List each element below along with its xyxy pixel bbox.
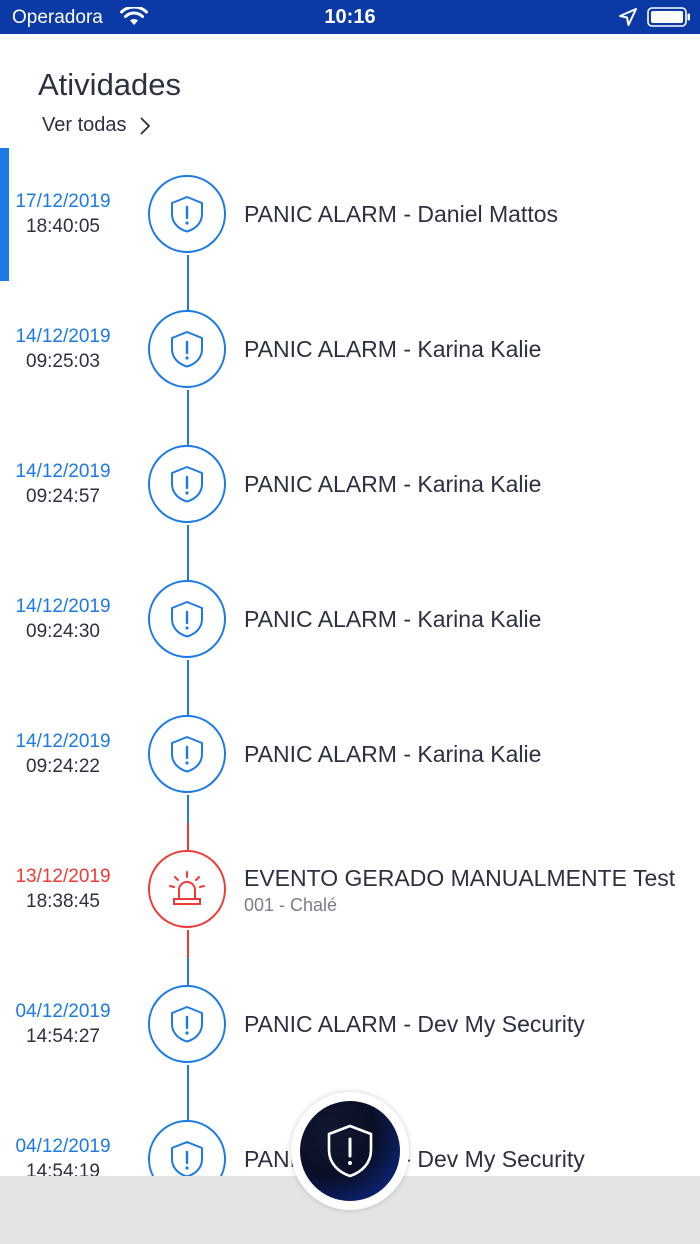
shield-alert-icon — [171, 1006, 203, 1043]
activity-icon-circle — [148, 310, 226, 388]
timeline-connector — [187, 418, 189, 445]
activity-time: 09:24:57 — [26, 486, 100, 507]
shield-alert-icon — [171, 1141, 203, 1178]
activity-item[interactable]: 04/12/2019 14:54:27 PANIC ALARM - Dev My S… — [0, 958, 700, 1093]
activity-date: 14/12/2019 — [15, 461, 111, 482]
shield-alert-icon — [171, 331, 203, 368]
shield-alert-icon — [171, 196, 203, 233]
shield-alert-icon — [171, 601, 203, 638]
activity-icon-circle — [148, 445, 226, 523]
timeline-connector — [187, 958, 189, 985]
page-title: Atividades — [38, 67, 182, 102]
activity-item[interactable]: 14/12/2019 09:25:03 PANIC ALARM - Karina K… — [0, 283, 700, 418]
activity-title: PANIC ALARM - Karina Kalie — [244, 741, 542, 767]
activity-subtitle: 001 - Chalé — [244, 895, 338, 915]
chevron-right-icon — [139, 116, 150, 135]
timeline-connector — [187, 1065, 189, 1093]
activity-date: 14/12/2019 — [15, 731, 111, 752]
timeline-connector — [187, 525, 189, 553]
timeline-connector — [187, 660, 189, 688]
activity-item[interactable]: 13/12/2019 18:38:45 EVENTO GERADO MANUALME… — [0, 823, 700, 958]
timeline-connector — [187, 390, 189, 418]
activity-date: 17/12/2019 — [15, 191, 111, 212]
activity-time: 09:24:22 — [26, 756, 100, 777]
shield-alert-icon — [171, 736, 203, 773]
shield-alert-icon — [171, 466, 203, 503]
activity-date: 13/12/2019 — [15, 866, 111, 887]
activity-title: PANIC ALARM - Dev My Security — [244, 1011, 585, 1037]
timeline-connector — [187, 283, 189, 310]
activity-icon-circle — [148, 715, 226, 793]
activity-icon-circle — [148, 985, 226, 1063]
activity-item[interactable]: 14/12/2019 09:24:57 PANIC ALARM - Karina K… — [0, 418, 700, 553]
activity-title: PANIC ALARM - Karina Kalie — [244, 471, 542, 497]
see-all-label: Ver todas — [42, 114, 127, 136]
timeline-connector — [187, 255, 189, 283]
activity-item[interactable]: 17/12/2019 18:40:05 PANIC ALARM - Daniel M… — [0, 148, 700, 283]
shield-alert-icon — [327, 1124, 373, 1178]
activity-item[interactable]: 14/12/2019 09:24:22 PANIC ALARM - Karina K… — [0, 688, 700, 823]
see-all-link[interactable]: Ver todas — [42, 114, 151, 137]
timeline-connector — [187, 930, 189, 958]
clock: 10:16 — [324, 6, 376, 28]
activity-icon-circle — [148, 850, 226, 928]
timeline-connector — [187, 795, 189, 823]
activity-time: 09:24:30 — [26, 621, 100, 642]
activity-icon-circle — [148, 175, 226, 253]
timeline-connector — [187, 553, 189, 580]
status-bar: Operadora 10:16 — [0, 0, 700, 34]
activity-time: 18:40:05 — [26, 216, 100, 237]
activity-date: 14/12/2019 — [15, 326, 111, 347]
activity-time: 09:25:03 — [26, 351, 100, 372]
timeline-connector — [187, 1093, 189, 1120]
activity-date: 04/12/2019 — [15, 1001, 111, 1022]
panic-button[interactable] — [300, 1101, 400, 1201]
activity-time: 14:54:27 — [26, 1026, 100, 1047]
siren-icon — [169, 871, 205, 905]
location-arrow-icon — [619, 8, 637, 26]
activity-timeline[interactable]: 17/12/2019 18:40:05 PANIC ALARM - Daniel M… — [0, 148, 700, 1228]
activity-title: PANIC ALARM - Karina Kalie — [244, 336, 542, 362]
activity-title: EVENTO GERADO MANUALMENTE Test — [244, 865, 676, 891]
activity-date: 04/12/2019 — [15, 1136, 111, 1157]
timeline-connector — [187, 823, 189, 850]
activity-date: 14/12/2019 — [15, 596, 111, 617]
activity-title: PANIC ALARM - Karina Kalie — [244, 606, 542, 632]
activity-time: 18:38:45 — [26, 891, 100, 912]
battery-icon — [647, 7, 690, 27]
activity-item[interactable]: 14/12/2019 09:24:30 PANIC ALARM - Karina K… — [0, 553, 700, 688]
activity-title: PANIC ALARM - Daniel Mattos — [244, 201, 559, 227]
activity-icon-circle — [148, 580, 226, 658]
timeline-connector — [187, 688, 189, 715]
